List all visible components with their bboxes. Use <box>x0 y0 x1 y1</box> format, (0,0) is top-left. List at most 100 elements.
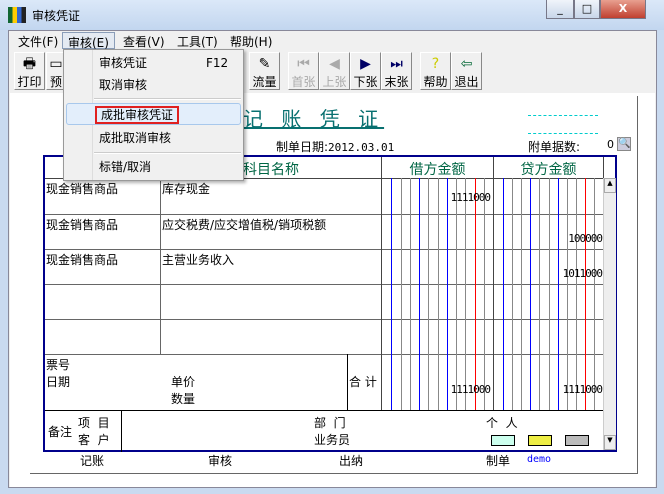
grid-line <box>484 178 485 410</box>
grid-line <box>558 178 559 410</box>
grid-line <box>567 178 568 410</box>
grid-line <box>493 157 494 410</box>
grid-line <box>428 178 429 410</box>
grid-line <box>530 178 531 410</box>
grid-line <box>401 178 402 410</box>
total-debit: 1111000 <box>450 383 491 396</box>
menu-item-batch-audit[interactable]: 成批审核凭证 <box>66 103 241 125</box>
pencil-icon: ✎ <box>258 56 271 72</box>
menu-audit[interactable]: 审核(E) <box>62 32 115 50</box>
grid-line <box>160 178 161 354</box>
row-subject[interactable]: 库存现金 <box>162 180 210 197</box>
grid-line <box>539 178 540 410</box>
grid-line <box>45 354 603 355</box>
menu-separator <box>94 152 241 154</box>
attach-label: 附单据数: <box>528 140 581 154</box>
voucher-table: 科目名称 借方金额 贷方金额 现金销售商品 库存现金 1111000 现金销售商品 应交税费/… <box>43 155 617 452</box>
maximize-button[interactable]: □ <box>574 0 600 19</box>
sign-audit: 审核 <box>208 454 233 468</box>
row-credit[interactable]: 100000 <box>494 232 603 245</box>
date-field: 制单日期:2012.03.01 <box>276 140 395 154</box>
grid-line <box>347 354 348 410</box>
menu-tools[interactable]: 工具(T) <box>172 32 223 49</box>
date-label: 日期 <box>46 375 71 389</box>
grid-line <box>512 178 513 410</box>
menu-file[interactable]: 文件(F) <box>13 32 63 49</box>
salesman-label: 业务员 <box>314 433 351 447</box>
first-button[interactable]: ⏮ 首张 <box>288 52 319 90</box>
header-credit: 贷方金额 <box>520 162 577 178</box>
row-subject[interactable]: 应交税费/应交增值税/销项税额 <box>162 216 326 233</box>
grid-line <box>447 178 448 410</box>
total-label: 合 计 <box>349 375 377 389</box>
grid-line <box>45 249 603 250</box>
grid-line <box>594 178 595 410</box>
sign-cashier: 出纳 <box>339 454 364 468</box>
grid-line <box>549 178 550 410</box>
menu-item-batch-cancel-audit[interactable]: 成批取消审核 <box>66 127 241 149</box>
card-icon[interactable] <box>528 435 552 446</box>
sign-posting: 记账 <box>80 454 105 468</box>
edit-icon[interactable] <box>565 435 589 446</box>
print-button[interactable]: 🖶 打印 <box>14 52 45 90</box>
first-icon: ⏮ <box>297 56 310 72</box>
grid-line <box>45 319 603 320</box>
grid-line <box>603 157 604 178</box>
next-icon: ▶ <box>360 56 371 72</box>
customer-label: 客 户 <box>78 433 110 447</box>
voucher-date[interactable]: 2012.03.01 <box>328 141 394 154</box>
grid-line <box>45 214 603 215</box>
question-icon: ? <box>431 56 440 72</box>
grid-line <box>419 178 420 410</box>
voucher-title: 记 账 凭 证 <box>243 107 385 131</box>
attach-count[interactable]: 0 <box>607 138 614 151</box>
menu-item-cancel-audit[interactable]: 取消审核 <box>66 74 241 96</box>
grid-line <box>45 284 603 285</box>
dept-label: 部 门 <box>314 416 346 430</box>
menu-item-audit-voucher[interactable]: 审核凭证 F12 <box>66 52 241 74</box>
grid-line <box>503 178 504 410</box>
row-credit[interactable]: 1011000 <box>494 267 603 280</box>
dashed-line <box>528 133 598 134</box>
row-subject[interactable]: 主营业务收入 <box>162 251 234 268</box>
scroll-up-icon[interactable]: ▲ <box>604 178 616 193</box>
row-summary[interactable]: 现金销售商品 <box>46 180 118 197</box>
close-button[interactable]: X <box>600 0 646 19</box>
printer-icon: 🖶 <box>22 56 37 72</box>
notes-label: 备注 <box>48 425 73 439</box>
next-button[interactable]: ▶ 下张 <box>350 52 381 90</box>
scrollbar[interactable]: ▲ ▼ <box>603 178 616 450</box>
last-button[interactable]: ⏭ 末张 <box>381 52 412 90</box>
grid-line <box>475 178 476 410</box>
prev-button[interactable]: ◀ 上张 <box>319 52 350 90</box>
exit-button[interactable]: ⇦ 退出 <box>451 52 482 90</box>
help-button[interactable]: ? 帮助 <box>420 52 451 90</box>
ticket-label: 票号 <box>46 358 71 372</box>
maker-name: demo <box>527 454 552 465</box>
row-summary[interactable]: 现金销售商品 <box>46 251 118 268</box>
last-icon: ⏭ <box>390 56 403 72</box>
row-summary[interactable]: 现金销售商品 <box>46 216 118 233</box>
menu-help[interactable]: 帮助(H) <box>225 32 277 49</box>
grid-line <box>576 178 577 410</box>
price-label: 单价 <box>171 375 196 389</box>
dashed-line <box>528 115 598 116</box>
grid-line <box>438 178 439 410</box>
grid-line <box>45 410 603 411</box>
minimize-button[interactable]: _ <box>546 0 574 19</box>
menu-bar: 文件(F) 审核(E) 查看(V) 工具(T) 帮助(H) <box>9 31 656 50</box>
search-icon[interactable]: 🔍 <box>617 137 631 151</box>
project-label: 项 目 <box>78 416 110 430</box>
menu-item-mark-error[interactable]: 标错/取消 <box>66 156 241 178</box>
flow-button[interactable]: ✎ 流量 <box>249 52 280 90</box>
grid-line <box>521 178 522 410</box>
menu-view[interactable]: 查看(V) <box>118 32 170 49</box>
audit-dropdown-menu: 审核凭证 F12 取消审核 成批审核凭证 成批取消审核 标错/取消 <box>63 49 244 181</box>
grid-line <box>121 410 122 452</box>
scroll-down-icon[interactable]: ▼ <box>604 435 616 450</box>
row-debit[interactable]: 1111000 <box>382 191 491 204</box>
menu-separator <box>94 98 241 100</box>
ledger-icon[interactable] <box>491 435 515 446</box>
grid-line <box>456 178 457 410</box>
grid-line <box>410 178 411 410</box>
